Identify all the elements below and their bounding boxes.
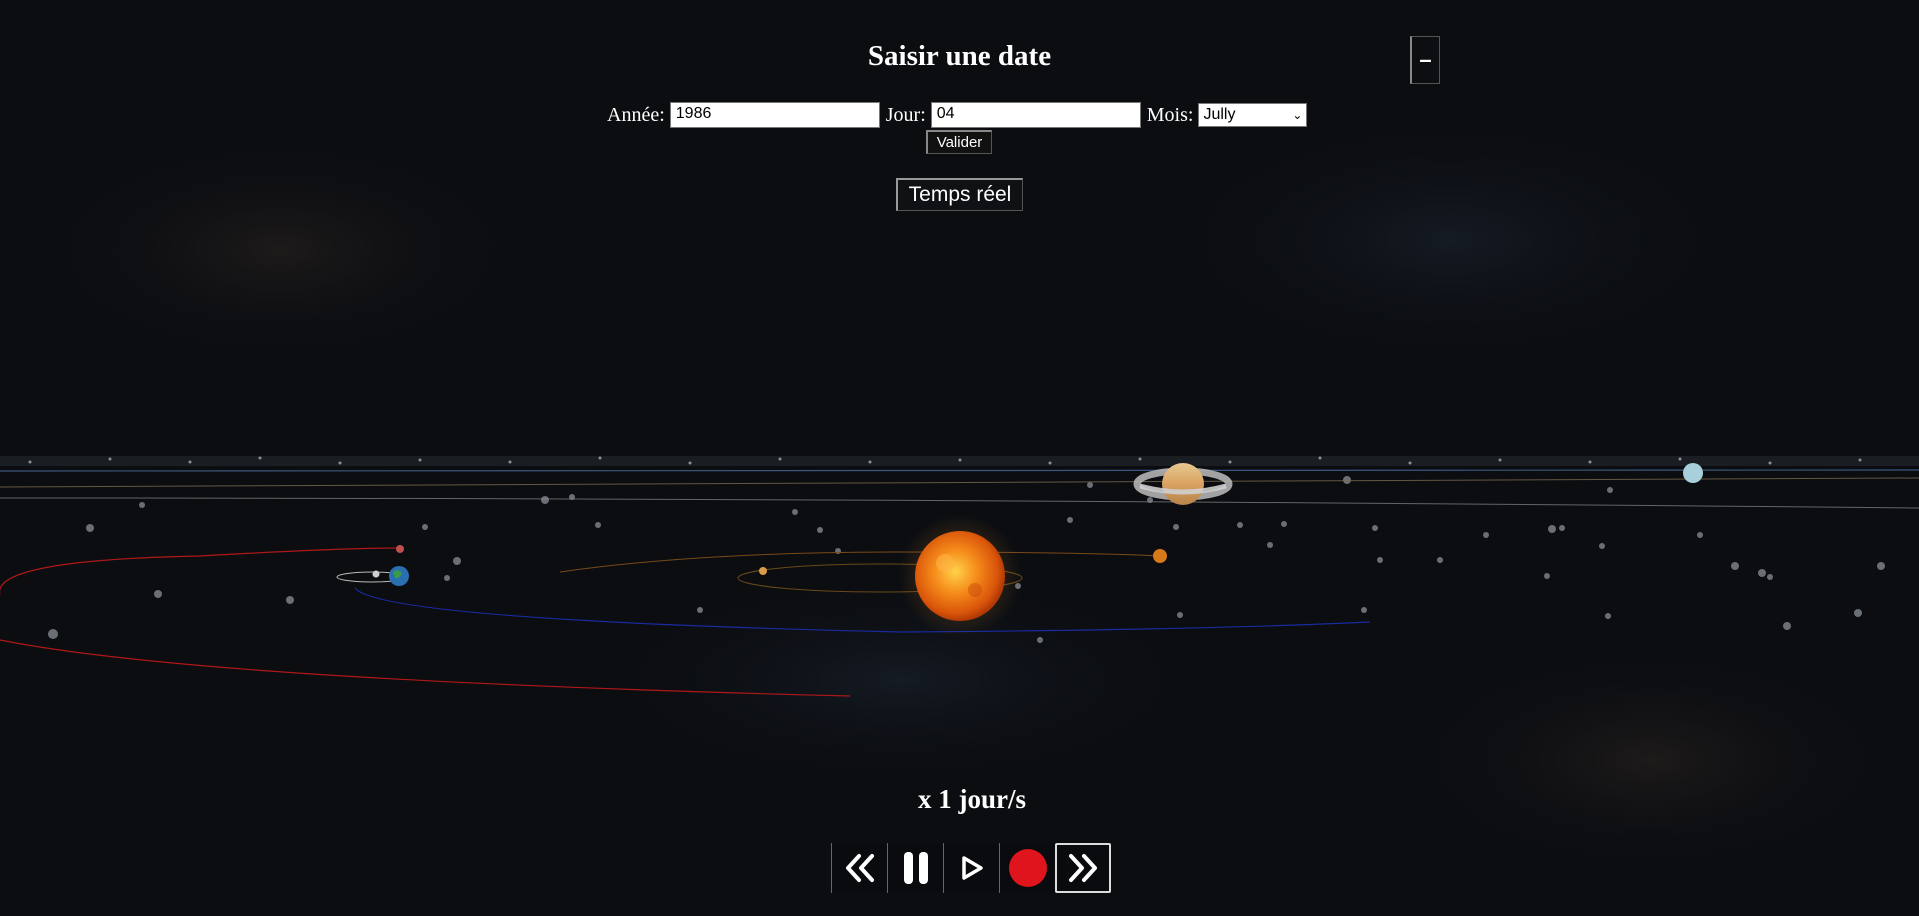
- venus-planet[interactable]: [1153, 549, 1167, 563]
- double-chevron-left-icon: [845, 854, 874, 882]
- chevron-down-icon: ⌄: [1292, 108, 1303, 122]
- validate-button[interactable]: Valider: [926, 130, 992, 154]
- play-icon: [961, 856, 983, 880]
- nebula-cloud: [1390, 640, 1910, 880]
- speed-indicator: x 1 jour/s: [918, 784, 1026, 814]
- mercury-planet[interactable]: [759, 567, 767, 575]
- record-dot-icon: [1008, 849, 1047, 887]
- saturn-orbit: [0, 477, 1919, 488]
- rewind-button[interactable]: [831, 843, 887, 893]
- venus-orbit: [559, 551, 1161, 573]
- year-input[interactable]: 1986: [669, 102, 880, 128]
- nebula-cloud: [1150, 110, 1750, 370]
- pause-button[interactable]: [887, 843, 943, 893]
- sun-spot: [968, 583, 982, 597]
- month-label: Mois:: [1146, 103, 1194, 126]
- month-select[interactable]: Jully ⌄: [1198, 103, 1308, 127]
- sun[interactable]: [915, 531, 1005, 621]
- record-button[interactable]: [999, 843, 1055, 893]
- saturn-planet[interactable]: [1162, 463, 1204, 505]
- neptune-orbit: [0, 497, 1919, 509]
- sun-flare: [936, 554, 954, 572]
- year-label: Année:: [607, 103, 665, 126]
- month-select-value: Jully: [1203, 106, 1236, 123]
- nebula-cloud: [20, 130, 540, 370]
- mars-planet[interactable]: [396, 545, 404, 553]
- fast-forward-button[interactable]: [1055, 843, 1111, 893]
- date-form-row: Année: 1986 Jour: 04 Mois: Jully ⌄: [607, 102, 1308, 128]
- mars-orbit: [0, 547, 401, 595]
- play-button[interactable]: [943, 843, 999, 893]
- double-chevron-right-icon: [1069, 854, 1097, 882]
- playback-controls: [831, 843, 1111, 893]
- uranus-orbit: [0, 469, 1919, 472]
- uranus-planet[interactable]: [1683, 463, 1703, 483]
- moon[interactable]: [372, 570, 380, 578]
- realtime-button[interactable]: Temps réel: [896, 178, 1023, 211]
- collapse-button[interactable]: –: [1410, 36, 1440, 84]
- pause-icon: [903, 852, 928, 884]
- nebula-cloud: [580, 570, 1220, 790]
- date-panel-title: Saisir une date: [867, 40, 1052, 72]
- day-input[interactable]: 04: [930, 102, 1141, 128]
- day-label: Jour:: [885, 103, 926, 126]
